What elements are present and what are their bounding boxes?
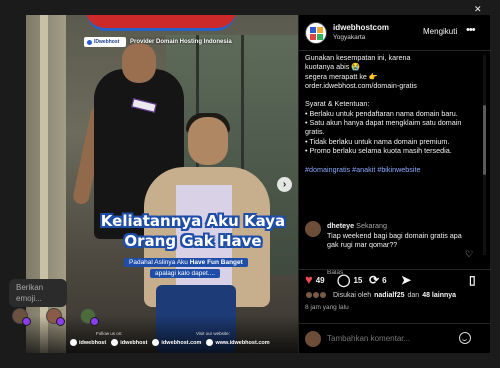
caption-line: Gunakan kesempatan ini, karena: [305, 53, 411, 62]
account-avatar[interactable]: [305, 22, 327, 44]
reaction-avatars: [12, 308, 99, 326]
terms-item: • Promo berlaku selama kuota masih terse…: [305, 145, 452, 155]
post-header: idwebhostcom Yogyakarta Mengikuti •••: [299, 15, 491, 51]
follow-label: Follow us on:: [96, 331, 123, 336]
close-icon[interactable]: ✕: [474, 4, 482, 15]
like-button[interactable]: ♥ 49: [305, 272, 325, 287]
more-options-icon[interactable]: •••: [466, 24, 476, 36]
like-count: 49: [315, 275, 325, 285]
caption-link[interactable]: order.idwebhost.com/domain-gratis: [305, 81, 481, 90]
account-name[interactable]: idwebhostcom: [333, 23, 389, 32]
subline-2: apalagi kalo dapet....: [150, 269, 220, 278]
social-item: idwebhost: [111, 339, 147, 346]
caption-line: segera merapatt ke 👉: [305, 71, 378, 81]
logo-square: [317, 34, 323, 40]
website-url: www.idwebhost.com: [215, 339, 270, 346]
account-location[interactable]: Yogyakarta: [333, 34, 365, 41]
repost-icon: ⟳: [369, 273, 380, 287]
social-item: idwebhost: [70, 339, 106, 346]
caption-line: kuotanya abis 😭: [305, 62, 361, 72]
social-item: idwebhost.com: [152, 339, 201, 346]
globe-icon: [206, 339, 214, 346]
comment-text: Tiap weekend bagi bagi domain gratis apa…: [327, 230, 462, 250]
comment-time: Sekarang: [356, 221, 387, 230]
comment-count: 15: [353, 275, 363, 285]
social-handle: idwebhost: [79, 339, 107, 346]
facebook-icon: [152, 339, 160, 346]
headline-line-1: Keliatannya Aku Kaya: [100, 212, 286, 230]
reaction-badge-icon: [22, 317, 31, 326]
terms-item: • Tidak berlaku untuk nama domain premiu…: [305, 136, 450, 146]
logo-square: [310, 27, 316, 33]
social-row: idwebhost idwebhost idwebhost.com www.id…: [70, 339, 270, 346]
brand-tagline: Provider Domain Hosting Indonesia: [130, 39, 232, 45]
seated-person-head: [188, 117, 228, 165]
reaction-avatar[interactable]: [80, 308, 99, 326]
scrollbar-thumb[interactable]: [483, 105, 486, 175]
heart-filled-icon: ♥: [305, 272, 313, 287]
reaction-avatar[interactable]: [46, 308, 65, 326]
bookmark-icon: ▯: [469, 273, 476, 287]
terms-item: • Satu akun hanya dapat mengklaim satu d…: [305, 118, 462, 137]
add-comment-bar: [299, 323, 491, 353]
post-modal-backdrop: ✕ IDwebhost Provider Domain Hosting Indo…: [0, 0, 500, 368]
post-caption: Gunakan kesempatan ini, karena kuotanya …: [305, 53, 481, 213]
emoji-reaction-popup[interactable]: Berikan emoji...: [9, 279, 67, 307]
following-button[interactable]: Mengikuti: [423, 27, 457, 36]
comment-bubble-icon: ◯: [337, 273, 351, 287]
visit-label: Visit our website:: [196, 331, 230, 336]
reaction-badge-icon: [56, 317, 65, 326]
terms-item: • Berlaku untuk pendaftaran nama domain …: [305, 108, 458, 118]
standing-person-head: [122, 43, 156, 83]
likes-prefix: Disukai oleh: [333, 291, 372, 299]
logo-square: [317, 27, 323, 33]
next-slide-button[interactable]: ›: [277, 177, 292, 192]
terms-title: Syarat & Ketentuan:: [305, 99, 370, 109]
reaction-avatar[interactable]: [12, 308, 31, 326]
share-count: 6: [382, 275, 387, 285]
brand-logo: IDwebhost: [84, 37, 126, 47]
social-handle: idwebhost.com: [161, 339, 202, 346]
comment-button[interactable]: ◯ 15: [337, 274, 362, 286]
add-comment-input[interactable]: [327, 334, 457, 343]
comment-like-icon[interactable]: ♡: [465, 249, 473, 260]
emoji-icon[interactable]: [459, 332, 471, 344]
post-sidebar: idwebhostcom Yogyakarta Mengikuti ••• Gu…: [298, 15, 491, 353]
liker-avatar: [319, 291, 327, 299]
post-time: 8 jam yang lalu: [305, 304, 349, 311]
repost-button[interactable]: ⟳ 6: [369, 274, 387, 286]
post-dialog: IDwebhost Provider Domain Hosting Indone…: [26, 15, 491, 353]
headline-line-2: Orang Gak Have: [124, 232, 262, 250]
caption-scrollbar[interactable]: [483, 55, 486, 255]
reaction-badge-icon: [90, 317, 99, 326]
commenter-avatar[interactable]: [305, 221, 321, 237]
share-button[interactable]: ➤: [401, 274, 411, 286]
save-button[interactable]: ▯: [469, 274, 476, 286]
likes-summary: Disukai oleh nadialf25 dan 48 lainnya: [305, 291, 456, 299]
instagram-icon: [70, 339, 77, 346]
brand-logo-text: IDwebhost: [94, 39, 120, 45]
liker-username[interactable]: nadialf25: [374, 292, 404, 299]
subline: Padahal Aslinya Aku Have Fun Banget: [124, 258, 248, 267]
subline-bold: Have Fun Banget: [189, 259, 243, 266]
my-avatar: [305, 331, 321, 347]
brand-logo-icon: [87, 39, 92, 45]
action-bar: ♥ 49 ◯ 15 ⟳ 6 ➤ ▯: [299, 269, 491, 289]
subline-prefix: Padahal Aslinya Aku: [129, 259, 188, 266]
comment-username[interactable]: dheteye: [327, 221, 354, 230]
send-icon: ➤: [401, 273, 412, 287]
social-handle: idwebhost: [120, 339, 148, 346]
social-item: www.idwebhost.com: [206, 339, 270, 346]
headline: Keliatannya Aku Kaya Orang Gak Have: [88, 211, 298, 251]
likes-connector: dan: [407, 291, 420, 299]
comment-body: dheteye Sekarang Tiap weekend bagi bagi …: [327, 221, 465, 250]
tiktok-icon: [111, 339, 119, 346]
logo-square: [310, 34, 316, 40]
likes-others[interactable]: 48 lainnya: [422, 292, 456, 299]
hashtags[interactable]: #domaingratis #anakit #bikinwebsite: [305, 165, 481, 174]
umbrella: [86, 15, 236, 31]
